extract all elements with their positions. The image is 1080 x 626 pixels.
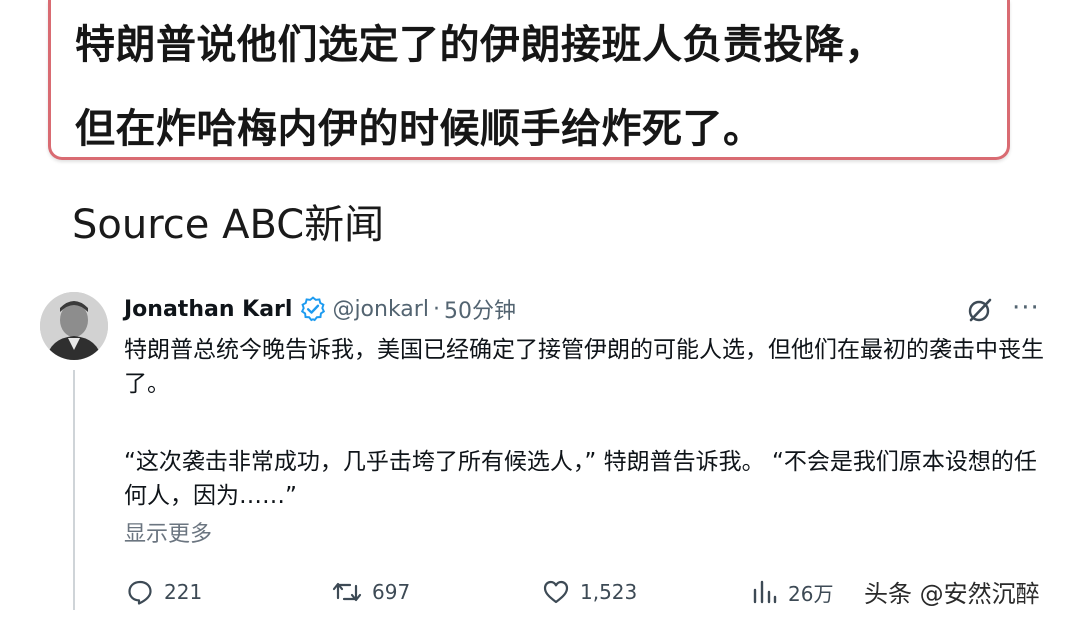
views-count: 26万: [788, 581, 834, 606]
tweet-paragraph-2: “这次袭击非常成功，几乎击垮了所有候选人，” 特朗普告诉我。 “不会是我们原本设…: [124, 449, 1037, 509]
caption-line-1: 特朗普说他们选定了的伊朗接班人负责投降，: [75, 22, 885, 68]
thread-line: [73, 370, 75, 610]
reply-count: 221: [164, 580, 203, 604]
source-label: Source ABC新闻: [72, 202, 385, 248]
watermark: 头条 @安然沉醉: [864, 580, 1040, 608]
author-handle[interactable]: @jonkarl: [332, 297, 429, 322]
views-button[interactable]: 26万: [752, 575, 833, 609]
grok-icon[interactable]: [966, 296, 994, 324]
like-count: 1,523: [580, 580, 638, 604]
repost-button[interactable]: 697: [332, 575, 410, 609]
avatar-portrait: [40, 292, 108, 360]
reply-button[interactable]: 221: [126, 575, 202, 609]
caption-box: 特朗普说他们选定了的伊朗接班人负责投降， 但在炸哈梅内伊的时候顺手给炸死了。: [48, 0, 1010, 160]
tweet-header: Jonathan Karl @jonkarl · 50分钟: [124, 294, 516, 324]
more-options-icon[interactable]: ···: [1012, 294, 1040, 322]
tweet-time[interactable]: 50分钟: [444, 293, 516, 325]
repost-icon: [332, 582, 362, 602]
verified-badge-icon: [301, 296, 326, 322]
repost-count: 697: [372, 580, 411, 604]
caption-line-2: 但在炸哈梅内伊的时候顺手给炸死了。: [75, 106, 764, 152]
tweet-paragraph-1: 特朗普总统今晚告诉我，美国已经确定了接管伊朗的可能人选，但他们在最初的袭击中丧生…: [124, 337, 1044, 397]
like-button[interactable]: 1,523: [542, 575, 637, 609]
heart-icon: [543, 580, 569, 604]
separator-dot: ·: [432, 296, 440, 322]
reply-icon: [128, 580, 152, 605]
show-more-link[interactable]: 显示更多: [124, 516, 212, 548]
author-name[interactable]: Jonathan Karl: [124, 297, 292, 322]
views-chart-icon: [753, 580, 777, 604]
avatar[interactable]: [40, 292, 108, 360]
